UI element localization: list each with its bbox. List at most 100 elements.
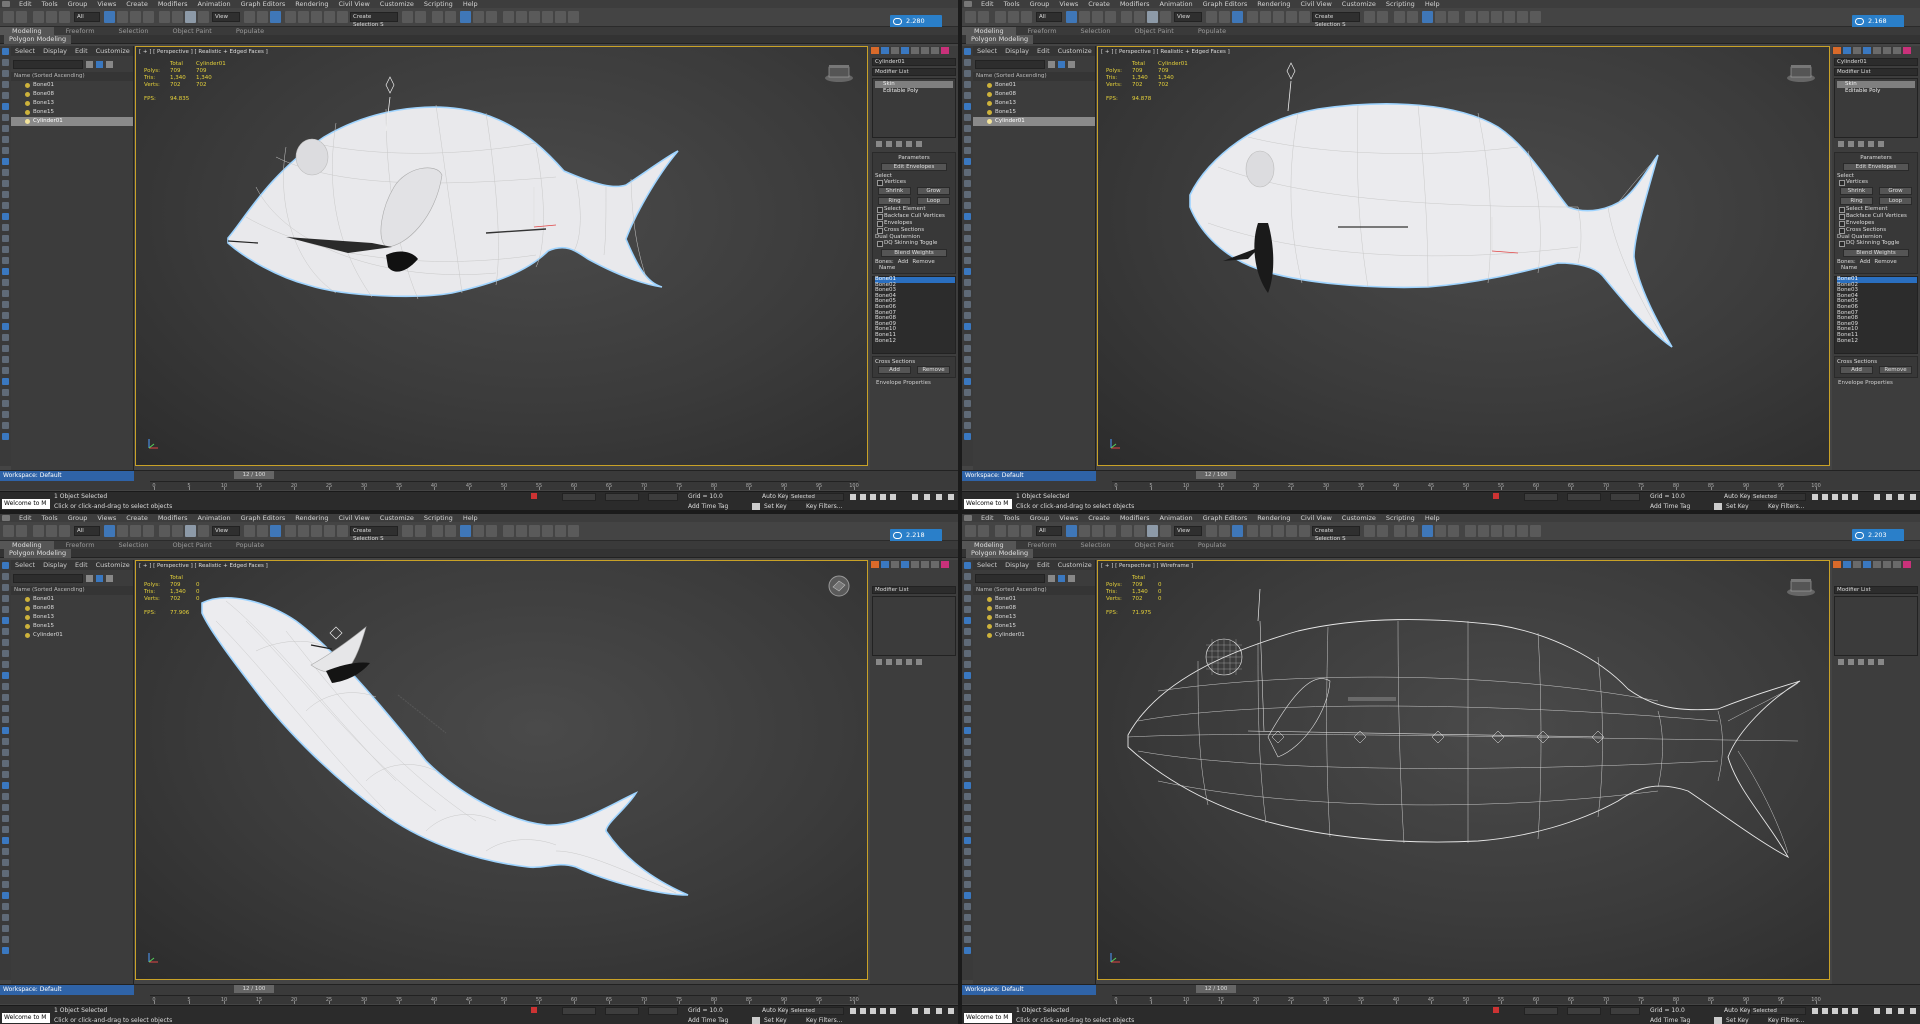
stack-item-editable-poly[interactable]: Editable Poly: [875, 88, 953, 95]
polygon-modeling-label[interactable]: Polygon Modeling: [4, 35, 72, 44]
perspective-viewport[interactable]: [ + ] [ Perspective ] [ Realistic + Edge…: [1097, 46, 1830, 466]
a360-gallery-icon[interactable]: [1530, 525, 1541, 537]
add-time-tag[interactable]: Add Time Tag: [1650, 503, 1690, 510]
menu-customize[interactable]: Customize: [375, 514, 419, 522]
scene-item-bone15[interactable]: Bone15: [11, 108, 133, 117]
rect-selection-icon[interactable]: [1092, 11, 1103, 23]
explorer-tool-icon[interactable]: [2, 584, 9, 591]
menu-edit[interactable]: Edit: [976, 0, 999, 8]
select-manipulate-icon[interactable]: [1219, 11, 1230, 23]
placement-icon[interactable]: [1160, 11, 1171, 23]
play-icon[interactable]: [870, 494, 876, 500]
goto-start-icon[interactable]: [1812, 494, 1818, 500]
explorer-tool-icon[interactable]: [2, 661, 9, 668]
fish-model[interactable]: [1098, 47, 1831, 467]
select-by-name-icon[interactable]: [117, 525, 128, 537]
menu-views[interactable]: Views: [1054, 0, 1083, 8]
dq-skinning-toggle[interactable]: DQ Skinning Toggle: [875, 240, 953, 247]
menu-group[interactable]: Group: [63, 0, 93, 8]
scene-column-header[interactable]: Name (Sorted Ascending): [973, 586, 1095, 595]
explorer-tool-icon[interactable]: [2, 411, 9, 418]
explorer-menu-edit[interactable]: Edit: [71, 46, 92, 56]
explorer-tool-icon[interactable]: [964, 672, 971, 679]
redo-icon[interactable]: [16, 11, 27, 23]
stack-tool-icon[interactable]: [906, 141, 912, 147]
spinner-snap-icon[interactable]: [1286, 11, 1297, 23]
cross-sections-checkbox[interactable]: Cross Sections: [1837, 227, 1915, 234]
select-object-icon[interactable]: [104, 11, 115, 23]
fish-eye[interactable]: [1245, 150, 1275, 188]
explorer-tool-icon[interactable]: [2, 378, 9, 385]
explorer-tool-icon[interactable]: [964, 147, 971, 154]
command-tab-icon[interactable]: [871, 47, 879, 54]
prev-frame-icon[interactable]: [860, 1008, 866, 1014]
render-cloud-icon[interactable]: [1517, 525, 1528, 537]
ribbon-tab-populate[interactable]: Populate: [224, 541, 276, 549]
explorer-tool-icon[interactable]: [2, 606, 9, 613]
menu-scripting[interactable]: Scripting: [419, 514, 458, 522]
explorer-tool-icon[interactable]: [964, 81, 971, 88]
percent-snap-icon[interactable]: [1273, 11, 1284, 23]
select-by-name-icon[interactable]: [1079, 525, 1090, 537]
menu-create[interactable]: Create: [1083, 0, 1115, 8]
scene-item-bone01[interactable]: Bone01: [973, 595, 1095, 604]
curve-editor-icon[interactable]: [1422, 525, 1433, 537]
ribbon-tab-populate[interactable]: Populate: [1186, 541, 1238, 549]
menu-civil-view[interactable]: Civil View: [1295, 514, 1336, 522]
explorer-tool-icon[interactable]: [964, 48, 971, 55]
scene-item-bone15[interactable]: Bone15: [11, 622, 133, 631]
auto-key-button[interactable]: Auto Key: [762, 493, 789, 500]
blend-weights-button[interactable]: Blend Weights: [1843, 249, 1909, 257]
explorer-menu-customize[interactable]: Customize: [92, 560, 134, 570]
explorer-tool-icon[interactable]: [964, 356, 971, 363]
explorer-tool-icon[interactable]: [2, 826, 9, 833]
explorer-tool-icon[interactable]: [2, 191, 9, 198]
render-icon[interactable]: [1491, 525, 1502, 537]
explorer-tool-icon[interactable]: [2, 881, 9, 888]
isolate-icon[interactable]: [531, 1007, 537, 1013]
scene-item-bone08[interactable]: Bone08: [973, 90, 1095, 99]
envelope-properties-rollout[interactable]: Envelope Properties: [870, 380, 958, 386]
explorer-tool-icon[interactable]: [964, 738, 971, 745]
explorer-tool-icon[interactable]: [2, 48, 9, 55]
workspace-selector[interactable]: Workspace: Default: [962, 471, 1096, 481]
envelopes-checkbox[interactable]: Envelopes: [875, 220, 953, 227]
angle-snap-icon[interactable]: [298, 11, 309, 23]
explorer-tool-icon[interactable]: [2, 345, 9, 352]
explorer-tool-icon[interactable]: [964, 881, 971, 888]
scene-item-bone01[interactable]: Bone01: [973, 81, 1095, 90]
redo-icon[interactable]: [16, 525, 27, 537]
menu-tools[interactable]: Tools: [37, 0, 63, 8]
a360-gallery-icon[interactable]: [568, 11, 579, 23]
lock-icon[interactable]: [106, 60, 113, 68]
bind-spacewarp-icon[interactable]: [59, 525, 70, 537]
explorer-tool-icon[interactable]: [2, 595, 9, 602]
menu-group[interactable]: Group: [1025, 514, 1055, 522]
explorer-tool-icon[interactable]: [964, 202, 971, 209]
bone-head[interactable]: [1286, 62, 1296, 80]
ribbon-tab-selection[interactable]: Selection: [1069, 27, 1123, 35]
explorer-tool-icon[interactable]: [2, 169, 9, 176]
explorer-tool-icon[interactable]: [964, 345, 971, 352]
time-slider[interactable]: 12 / 100: [234, 471, 274, 479]
ribbon-tab-object-paint[interactable]: Object Paint: [1123, 541, 1186, 549]
remove-bone-button[interactable]: Remove: [912, 259, 934, 265]
menu-views[interactable]: Views: [1054, 514, 1083, 522]
undo-icon[interactable]: [965, 11, 976, 23]
menu-animation[interactable]: Animation: [1155, 0, 1198, 8]
command-tab-icon[interactable]: [1893, 561, 1901, 568]
explorer-menu-display[interactable]: Display: [1001, 46, 1033, 56]
set-key-button[interactable]: Set Key: [764, 503, 787, 510]
stack-tool-icon[interactable]: [1868, 141, 1874, 147]
edit-envelopes-button[interactable]: Edit Envelopes: [1843, 163, 1909, 171]
link-icon[interactable]: [995, 11, 1006, 23]
move-icon[interactable]: [1121, 525, 1132, 537]
pivot-icon[interactable]: [1206, 11, 1217, 23]
edit-named-sets-icon[interactable]: [1299, 525, 1310, 537]
rotate-icon[interactable]: [1134, 525, 1145, 537]
explorer-tool-icon[interactable]: [964, 628, 971, 635]
explorer-tool-icon[interactable]: [2, 573, 9, 580]
ref-coord-dropdown[interactable]: View: [212, 526, 240, 536]
render-cloud-icon[interactable]: [555, 11, 566, 23]
bone-name-header[interactable]: Name: [875, 265, 953, 271]
